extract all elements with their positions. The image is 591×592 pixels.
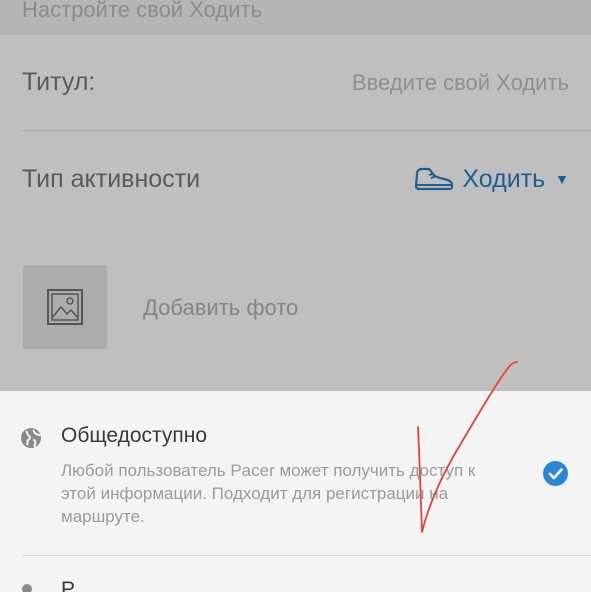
next-option-title: Р	[61, 578, 76, 592]
photo-row: Добавить фото	[0, 227, 591, 391]
checkmark-circle-icon	[543, 461, 568, 486]
globe-icon	[21, 428, 41, 448]
title-row: Титул:	[0, 34, 591, 130]
add-photo-label: Добавить фото	[143, 295, 299, 320]
public-option-title: Общедоступно	[61, 424, 208, 447]
title-input[interactable]	[309, 70, 569, 96]
caret-down-icon: ▼	[555, 171, 569, 187]
add-photo-button[interactable]	[23, 265, 107, 349]
activity-value: Ходить	[462, 164, 546, 193]
route-setup-screen: Настройте свой Ходить Титул: Тип активно…	[0, 0, 591, 592]
next-visibility-option[interactable]: Р	[0, 556, 591, 592]
public-option-description: Любой пользователь Pacer может получить …	[61, 461, 476, 526]
privacy-bottom-sheet: Общедоступно Любой пользователь Pacer мо…	[0, 391, 591, 592]
option-icon	[22, 584, 32, 592]
image-icon	[47, 289, 83, 325]
public-visibility-option[interactable]: Общедоступно Любой пользователь Pacer мо…	[0, 391, 591, 555]
activity-row: Тип активности Ходить ▼	[0, 131, 591, 227]
section-header: Настройте свой Ходить	[0, 0, 591, 34]
section-title: Настройте свой Ходить	[22, 0, 263, 22]
shoe-icon	[415, 167, 454, 191]
activity-label: Тип активности	[22, 165, 201, 193]
title-label: Титул:	[22, 68, 96, 96]
activity-type-dropdown[interactable]: Ходить ▼	[414, 161, 569, 197]
